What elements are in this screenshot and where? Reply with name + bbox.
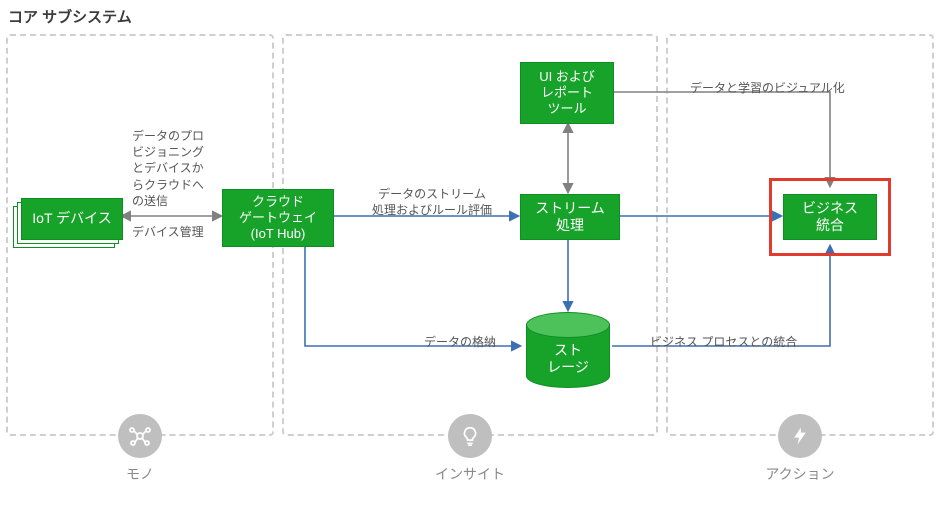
diagram-title: コア サブシステム [8, 6, 132, 27]
node-cloud-gateway-line3: (IoT Hub) [239, 226, 317, 242]
node-ui-report-line3: ツール [539, 101, 595, 117]
zone-insight-label: インサイト [400, 464, 540, 484]
network-icon [128, 424, 152, 448]
edge-label-device-mgmt: デバイス管理 [132, 224, 204, 240]
node-business-integration: ビジネス 統合 [783, 194, 877, 240]
edge-label-visualization: データと学習のビジュアル化 [690, 80, 845, 96]
node-ui-report: UI および レポート ツール [520, 62, 614, 124]
zone-insight-icon [448, 414, 492, 458]
node-storage: スト レージ [526, 312, 610, 388]
node-cloud-gateway-line1: クラウド [239, 194, 317, 210]
node-stream-processing-line1: ストリーム [535, 200, 605, 218]
edge-label-business-process: ビジネス プロセスとの統合 [650, 334, 797, 350]
node-cloud-gateway: クラウド ゲートウェイ (IoT Hub) [222, 189, 334, 247]
node-business-integration-line1: ビジネス [802, 200, 858, 218]
edge-label-dev-to-cloud: データのプロ ビジョニング とデバイスか らクラウドへ の送信 [132, 128, 222, 209]
zone-action-label: アクション [730, 464, 870, 484]
architecture-diagram: コア サブシステム IoT デバイス [0, 0, 940, 509]
node-iot-devices-label: IoT デバイス [32, 210, 111, 228]
zone-things-label: モノ [70, 464, 210, 484]
zone-action-icon [778, 414, 822, 458]
node-cloud-gateway-line2: ゲートウェイ [239, 210, 317, 226]
edge-label-stream-rules: データのストリーム 処理およびルール評価 [352, 186, 512, 218]
node-storage-line1: スト [526, 342, 610, 359]
node-iot-devices: IoT デバイス [21, 198, 123, 240]
node-stream-processing: ストリーム 処理 [520, 194, 620, 240]
node-business-integration-line2: 統合 [802, 217, 858, 235]
node-stream-processing-line2: 処理 [535, 217, 605, 235]
node-ui-report-line2: レポート [539, 85, 595, 101]
zone-things-icon [118, 414, 162, 458]
lightbulb-icon [459, 425, 481, 447]
node-storage-line2: レージ [526, 359, 610, 376]
edge-label-data-store: データの格納 [424, 334, 496, 350]
lightning-icon [790, 426, 810, 446]
node-ui-report-line1: UI および [539, 69, 595, 85]
